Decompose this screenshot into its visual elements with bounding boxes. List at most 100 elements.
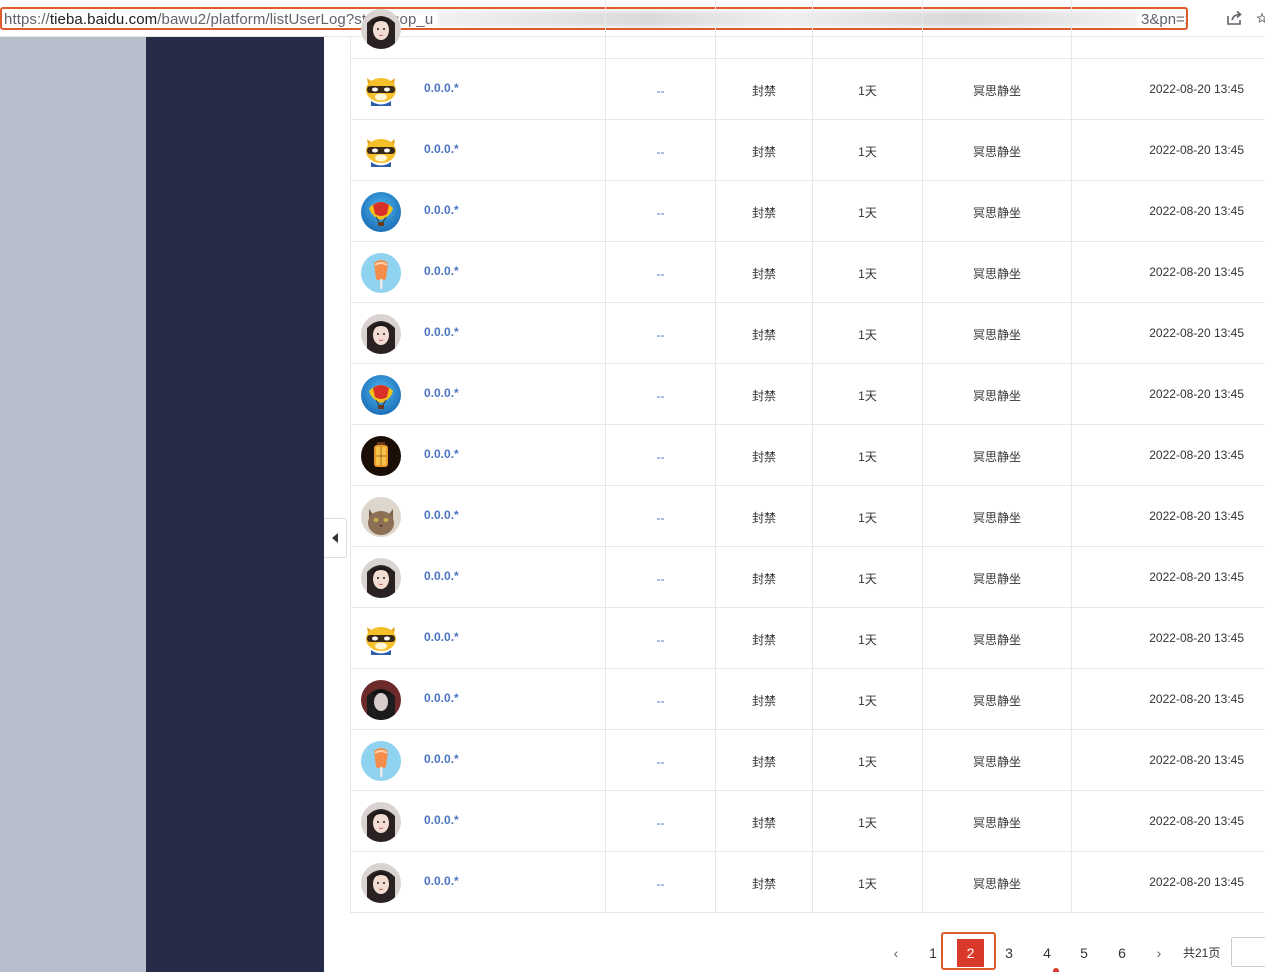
avatar-girl-icon[interactable] [361,314,401,354]
user-ip-link[interactable]: 0.0.0.* [424,874,459,888]
duration-cell: 1天 [813,364,923,425]
user-ip-link[interactable]: 0.0.0.* [424,142,459,156]
dash-text[interactable]: -- [606,84,715,98]
user-ip-link[interactable]: 0.0.0.* [424,813,459,827]
table-row: 0.0.0.* -- 封禁 1天 冥思静坐 2022-08-20 13:45 [351,730,1265,791]
user-cell: 0.0.0.* [351,730,606,791]
page-6-link[interactable]: 6 [1113,938,1131,968]
dash-cell: -- [606,730,716,791]
reason-text: 冥思静坐 [972,267,1021,281]
duration-cell: 1天 [813,120,923,181]
table-row: 0.0.0.* -- 封禁 1天 冥思静坐 2022-08-20 13:45 [351,120,1265,181]
dash-text[interactable]: -- [606,389,715,403]
jump-page-input[interactable] [1231,937,1265,967]
reason-text: 冥思静坐 [972,450,1021,464]
time-cell: 2022-08-20 13:45 [1072,120,1265,181]
avatar-raccoon-mascot-icon[interactable] [361,131,401,171]
dash-cell: -- [606,120,716,181]
dash-text[interactable]: -- [606,694,715,708]
reason-cell: 冥思静坐 [923,852,1072,913]
dash-text[interactable]: -- [606,328,715,342]
next-page-button[interactable]: › [1151,938,1167,968]
avatar-girl-icon[interactable] [361,558,401,598]
action-cell: 封禁 [716,669,813,730]
page-3-link[interactable]: 3 [1000,938,1018,968]
avatar-girl-icon[interactable] [361,9,401,49]
dash-cell: -- [606,181,716,242]
user-cell: 0.0.0.* [351,120,606,181]
user-ip-link[interactable]: 0.0.0.* [424,264,459,278]
action-text: 封禁 [751,877,776,891]
user-ip-link[interactable]: 0.0.0.* [424,81,459,95]
duration-text: 1天 [858,511,877,525]
avatar-raccoon-mascot-icon[interactable] [361,619,401,659]
duration-cell: 1天 [813,608,923,669]
user-ip-link[interactable]: 0.0.0.* [424,325,459,339]
user-ip-link[interactable]: 0.0.0.* [424,630,459,644]
dash-text[interactable]: -- [606,206,715,220]
dash-text[interactable]: -- [606,267,715,281]
reason-text: 冥思静坐 [972,389,1021,403]
dash-text[interactable]: -- [606,511,715,525]
avatar-lantern-icon[interactable] [361,436,401,476]
dash-cell [606,0,716,59]
reason-cell: 冥思静坐 [923,181,1072,242]
duration-cell: 1天 [813,242,923,303]
action-text: 封禁 [751,267,776,281]
dash-text[interactable]: -- [606,816,715,830]
avatar-cat-icon[interactable] [361,497,401,537]
page-5-link[interactable]: 5 [1075,938,1093,968]
prev-page-button[interactable]: ‹ [888,938,904,968]
duration-cell: 1天 [813,791,923,852]
action-text: 封禁 [751,511,776,525]
avatar-raccoon-mascot-icon[interactable] [361,70,401,110]
avatar-ice-cream-icon[interactable] [361,253,401,293]
user-cell: 0.0.0.* [351,425,606,486]
dash-text[interactable]: -- [606,145,715,159]
page-1-link[interactable]: 1 [924,938,942,968]
avatar-dark-portrait-icon[interactable] [361,680,401,720]
user-cell: 0.0.0.* [351,547,606,608]
page-4-link[interactable]: 4 [1038,938,1056,968]
dash-text[interactable]: -- [606,450,715,464]
dash-text[interactable]: -- [606,755,715,769]
time-cell: 2022-08-20 13:45 [1072,547,1265,608]
avatar-hot-air-balloon-icon[interactable] [361,192,401,232]
dash-text[interactable]: -- [606,877,715,891]
time-text: 2022-08-20 13:45 [1149,509,1244,523]
reason-cell: 冥思静坐 [923,547,1072,608]
action-cell: 封禁 [716,547,813,608]
user-cell: 0.0.0.* [351,608,606,669]
time-cell: 2022-08-20 13:45 [1072,730,1265,791]
reason-cell: 冥思静坐 [923,486,1072,547]
time-text: 2022-08-20 13:45 [1149,814,1244,828]
table-row: 0.0.0.* -- 封禁 1天 冥思静坐 2022-08-20 13:45 [351,852,1265,913]
reason-cell: 冥思静坐 [923,120,1072,181]
duration-text: 1天 [858,816,877,830]
user-ip-link[interactable]: 0.0.0.* [424,386,459,400]
time-text: 2022-08-20 13:45 [1149,448,1244,462]
sidebar-collapse-button[interactable] [324,518,347,558]
avatar-ice-cream-icon[interactable] [361,741,401,781]
user-ip-link[interactable]: 0.0.0.* [424,752,459,766]
time-text: 2022-08-20 13:45 [1149,875,1244,889]
duration-cell: 1天 [813,547,923,608]
avatar-girl-icon[interactable] [361,863,401,903]
duration-text: 1天 [858,84,877,98]
user-cell: 0.0.0.* [351,486,606,547]
user-ip-link[interactable]: 0.0.0.* [424,447,459,461]
time-text: 2022-08-20 13:45 [1149,204,1244,218]
user-ip-link[interactable]: 0.0.0.* [424,203,459,217]
user-ip-link[interactable]: 0.0.0.* [424,569,459,583]
avatar-girl-icon[interactable] [361,802,401,842]
time-cell: 2022-08-20 13:45 [1072,181,1265,242]
duration-text: 1天 [858,877,877,891]
avatar-hot-air-balloon-icon[interactable] [361,375,401,415]
dash-text[interactable]: -- [606,633,715,647]
page-current[interactable]: 2 [957,939,984,967]
table-row: 0.0.0.* -- 封禁 1天 冥思静坐 2022-08-20 13:45 [351,608,1265,669]
duration-cell: 1天 [813,181,923,242]
user-ip-link[interactable]: 0.0.0.* [424,691,459,705]
dash-text[interactable]: -- [606,572,715,586]
user-ip-link[interactable]: 0.0.0.* [424,508,459,522]
